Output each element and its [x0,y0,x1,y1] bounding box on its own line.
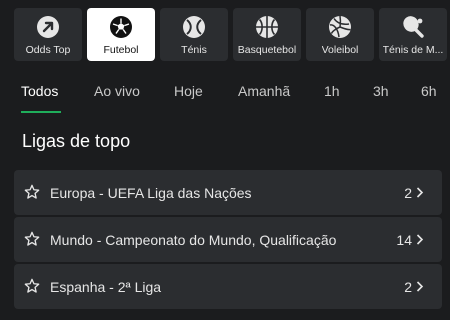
sport-tile-odds-top[interactable]: Odds Top [14,8,82,61]
tab-ao-vivo[interactable]: Ao vivo [94,83,140,99]
star-icon[interactable] [24,184,40,200]
top-leagues-list: Europa - UEFA Liga das Nações 2 Mundo - … [14,170,442,311]
league-event-count: 14 [396,231,412,248]
active-tab-indicator [21,111,61,113]
league-row[interactable]: Europa - UEFA Liga das Nações 2 [14,170,442,215]
league-row[interactable]: Mundo - Campeonato do Mundo, Qualificaçã… [14,217,442,262]
tab-amanha[interactable]: Amanhã [238,83,290,99]
league-name: Europa - UEFA Liga das Nações [50,184,252,201]
sportsbook-screen: Odds Top Futebol Ténis Basquetebol Volei… [0,0,450,320]
tab-1h[interactable]: 1h [324,83,340,99]
table-tennis-icon [403,16,424,38]
sport-tile-label: Basquetebol [237,44,297,56]
chevron-right-icon [416,187,424,198]
sport-tile-label: Ténis de M... [382,44,444,56]
sport-tile-basquetebol[interactable]: Basquetebol [233,8,301,61]
tab-hoje[interactable]: Hoje [174,83,203,99]
sport-tile-futebol[interactable]: Futebol [87,8,155,61]
soccer-ball-icon [110,16,132,38]
league-name: Espanha - 2ª Liga [50,278,162,295]
league-event-count: 2 [404,278,412,295]
sport-tile-label: Odds Top [25,44,71,56]
time-filter-tabs: Todos Ao vivo Hoje Amanhã 1h 3h 6h [0,83,450,113]
sport-tile-tenis[interactable]: Ténis [160,8,228,61]
basketball-icon [256,16,278,38]
sport-tile-label: Ténis [181,44,207,56]
chevron-right-icon [416,234,424,245]
star-icon[interactable] [24,278,40,294]
league-name: Mundo - Campeonato do Mundo, Qualificaçã… [50,231,337,248]
chevron-right-icon [416,281,424,292]
arrow-up-right-icon [37,16,59,38]
section-title: Ligas de topo [22,131,131,151]
star-icon[interactable] [24,231,40,247]
league-event-count: 2 [404,184,412,201]
sport-tile-label: Futebol [103,44,139,56]
sport-tile-tenis-de-mesa[interactable]: Ténis de M... [379,8,447,61]
tennis-ball-icon [183,16,205,38]
tab-todos[interactable]: Todos [21,83,58,99]
sport-category-bar: Odds Top Futebol Ténis Basquetebol Volei… [14,8,447,61]
sport-tile-label: Voleibol [321,44,359,56]
volleyball-icon [329,15,351,38]
tab-6h[interactable]: 6h [421,83,437,99]
sport-tile-voleibol[interactable]: Voleibol [306,8,374,61]
tab-3h[interactable]: 3h [373,83,389,99]
league-row[interactable]: Espanha - 2ª Liga 2 [14,264,442,309]
